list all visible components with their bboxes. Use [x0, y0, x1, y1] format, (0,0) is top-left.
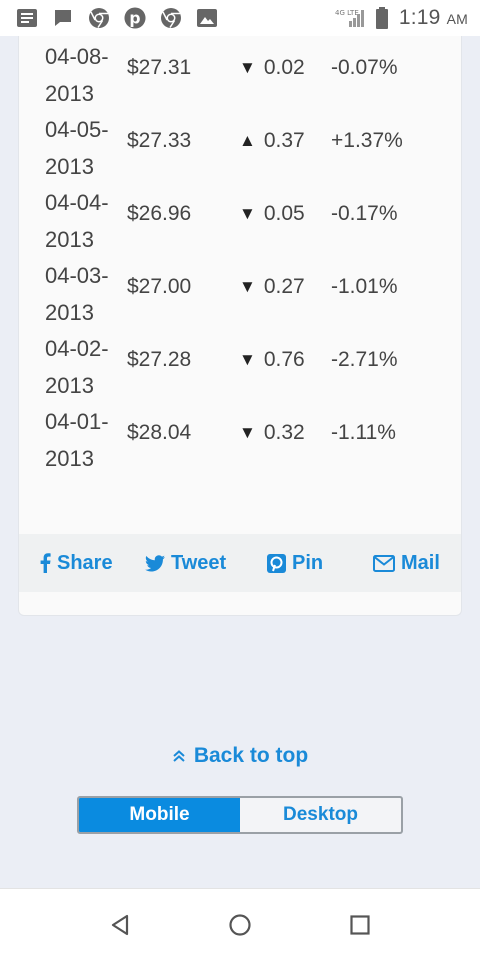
price-row: 04-08- 2013 $27.31 ▼ 0.02 -0.07% — [19, 38, 463, 111]
row-change: ▲ 0.37 — [239, 129, 305, 153]
row-percent: -1.11% — [331, 421, 396, 444]
row-percent: -2.71% — [331, 348, 398, 371]
row-change-value: 0.05 — [263, 202, 305, 225]
row-price: $27.00 — [127, 275, 192, 298]
notes-icon — [16, 7, 38, 29]
back-to-top-link[interactable]: Back to top — [0, 744, 480, 768]
back-triangle-icon — [111, 914, 129, 936]
row-date-part1: 04-08- — [45, 44, 109, 69]
down-arrow-icon: ▼ — [239, 423, 256, 442]
back-to-top-label: Back to top — [193, 744, 309, 767]
twitter-icon — [145, 554, 165, 571]
pinterest-square-icon — [267, 553, 286, 573]
row-price: $27.31 — [127, 56, 192, 79]
row-date: 04-01- 2013 — [45, 403, 125, 477]
row-date: 04-03- 2013 — [45, 257, 125, 331]
row-date-part1: 04-04- — [45, 190, 109, 215]
row-date: 04-02- 2013 — [45, 330, 125, 404]
down-arrow-icon: ▼ — [239, 350, 256, 369]
price-row: 04-02- 2013 $27.28 ▼ 0.76 -2.71% — [19, 330, 463, 403]
system-status: 4G LTE 1:19 AM — [335, 6, 468, 30]
price-row: 04-05- 2013 $27.33 ▲ 0.37 +1.37% — [19, 111, 463, 184]
back-nav-button[interactable] — [104, 909, 136, 941]
up-arrow-icon: ▲ — [239, 131, 256, 150]
row-date-part2: 2013 — [45, 373, 94, 398]
tweet-button[interactable]: Tweet — [145, 534, 226, 592]
clock-ampm: AM — [446, 11, 468, 27]
price-history-table: 04-08- 2013 $27.31 ▼ 0.02 -0.07% 04-05- 2013 $27… — [19, 38, 463, 476]
row-change-value: 0.27 — [263, 275, 305, 298]
double-chevron-up-icon — [173, 750, 185, 762]
price-row: 04-03- 2013 $27.00 ▼ 0.27 -1.01% — [19, 257, 463, 330]
row-date-part1: 04-01- — [45, 409, 109, 434]
row-price: $26.96 — [127, 202, 192, 225]
signal-icon: 4G LTE — [335, 7, 365, 29]
row-date: 04-04- 2013 — [45, 184, 125, 258]
mobile-view-button[interactable]: Mobile — [79, 798, 240, 832]
desktop-view-button[interactable]: Desktop — [240, 798, 401, 832]
row-change-value: 0.37 — [263, 129, 305, 152]
pinterest-icon: p — [124, 7, 146, 29]
row-change-value: 0.32 — [263, 421, 305, 444]
row-change-value: 0.02 — [263, 56, 305, 79]
share-facebook-button[interactable]: Share — [39, 534, 113, 592]
mail-label: Mail — [401, 551, 440, 574]
facebook-icon — [40, 553, 51, 573]
row-price: $28.04 — [127, 421, 192, 444]
home-nav-button[interactable] — [224, 909, 256, 941]
status-bar: p 4G LTE 1:19 AM — [0, 0, 480, 36]
recents-square-icon — [350, 915, 370, 935]
row-date-part1: 04-03- — [45, 263, 109, 288]
row-change: ▼ 0.02 — [239, 56, 305, 80]
row-change: ▼ 0.05 — [239, 202, 305, 226]
notification-icons: p — [16, 7, 218, 29]
image-icon — [196, 7, 218, 29]
row-date-part2: 2013 — [45, 300, 94, 325]
price-row: 04-01- 2013 $28.04 ▼ 0.32 -1.11% — [19, 403, 463, 476]
row-price: $27.33 — [127, 129, 192, 152]
pin-button[interactable]: Pin — [267, 534, 323, 592]
svg-text:p: p — [129, 10, 140, 28]
row-change: ▼ 0.32 — [239, 421, 305, 445]
row-date-part2: 2013 — [45, 227, 94, 252]
row-date-part2: 2013 — [45, 446, 94, 471]
envelope-icon — [373, 554, 395, 572]
row-change: ▼ 0.27 — [239, 275, 305, 299]
row-percent: -1.01% — [331, 275, 398, 298]
price-history-card: 04-08- 2013 $27.31 ▼ 0.02 -0.07% 04-05- 2013 $27… — [18, 0, 462, 616]
row-date-part1: 04-05- — [45, 117, 109, 142]
chat-icon — [52, 7, 74, 29]
down-arrow-icon: ▼ — [239, 58, 256, 77]
recents-nav-button[interactable] — [344, 909, 376, 941]
row-date: 04-05- 2013 — [45, 111, 125, 185]
chrome-icon — [88, 7, 110, 29]
mail-button[interactable]: Mail — [373, 534, 440, 592]
row-price: $27.28 — [127, 348, 192, 371]
row-percent: -0.17% — [331, 202, 398, 225]
battery-icon — [375, 7, 389, 29]
share-label: Share — [57, 551, 113, 574]
clock: 1:19 AM — [399, 6, 468, 30]
price-row: 04-04- 2013 $26.96 ▼ 0.05 -0.17% — [19, 184, 463, 257]
row-date-part2: 2013 — [45, 154, 94, 179]
row-date: 04-08- 2013 — [45, 38, 125, 112]
pin-label: Pin — [292, 551, 324, 574]
tweet-label: Tweet — [171, 551, 227, 574]
row-percent: +1.37% — [331, 129, 403, 152]
home-circle-icon — [229, 914, 251, 936]
view-mode-toggle: Mobile Desktop — [77, 796, 403, 834]
navigation-bar — [0, 888, 480, 960]
row-change-value: 0.76 — [263, 348, 305, 371]
network-label: 4G LTE — [335, 9, 359, 17]
row-date-part2: 2013 — [45, 81, 94, 106]
down-arrow-icon: ▼ — [239, 204, 256, 223]
chrome-icon — [160, 7, 182, 29]
down-arrow-icon: ▼ — [239, 277, 256, 296]
row-percent: -0.07% — [331, 56, 398, 79]
row-change: ▼ 0.76 — [239, 348, 305, 372]
row-date-part1: 04-02- — [45, 336, 109, 361]
clock-time: 1:19 — [398, 6, 441, 29]
share-bar: Share Tweet Pin Mail — [19, 534, 461, 592]
